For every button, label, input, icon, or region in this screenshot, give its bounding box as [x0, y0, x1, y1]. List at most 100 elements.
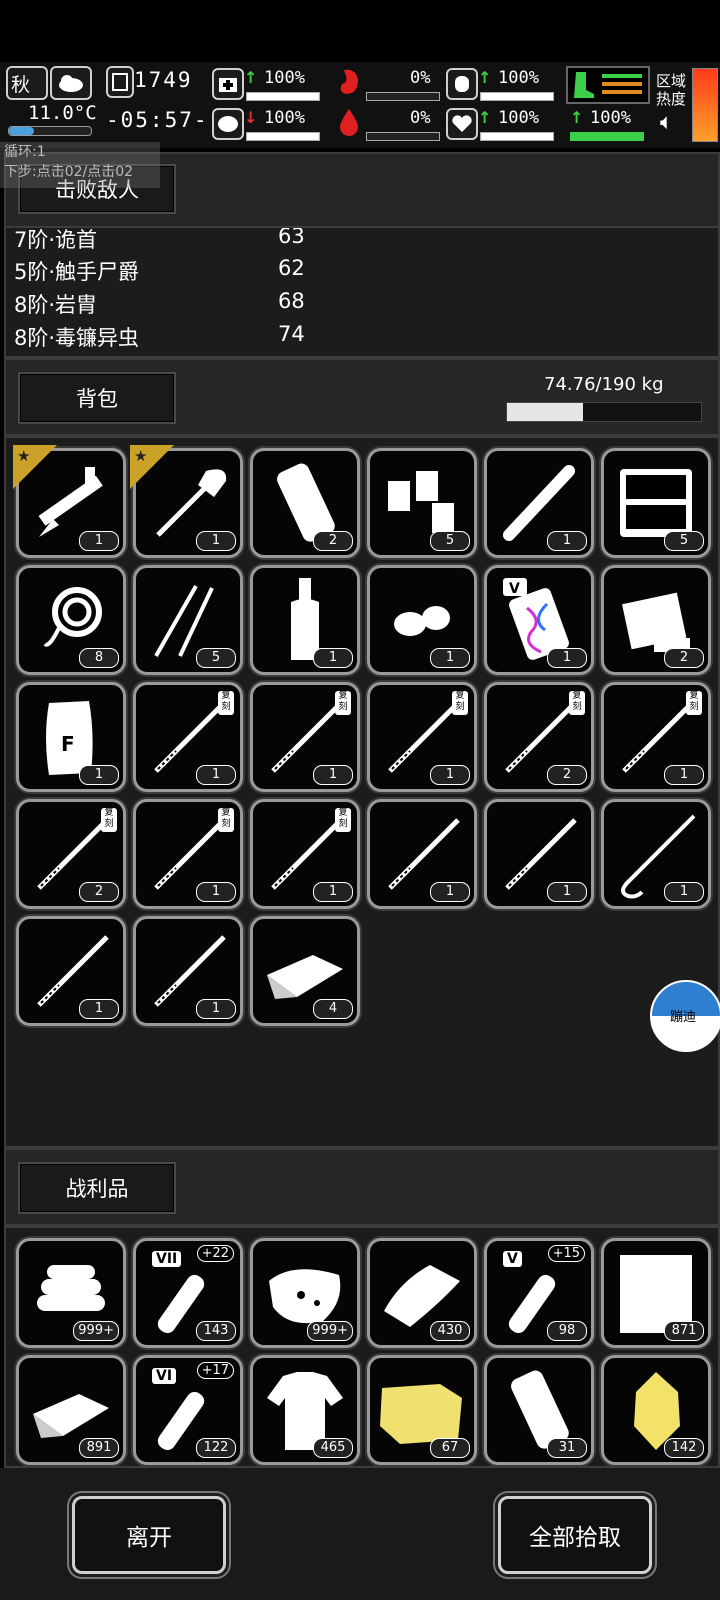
loot-slot[interactable]: 67	[367, 1355, 477, 1465]
item-count: 891	[79, 1438, 119, 1458]
floating-disco-button[interactable]: 蹦迪	[650, 980, 720, 1052]
stamina-panel	[566, 66, 650, 104]
up-arrow-icon: ↑	[244, 68, 258, 87]
loot-slot[interactable]: VII +22 143	[133, 1238, 243, 1348]
item-count: 1	[196, 999, 236, 1019]
debug-line-2: 下步:点击02/点击02	[4, 164, 134, 180]
item-count: 1	[79, 999, 119, 1019]
plus-badge: +17	[196, 1362, 234, 1379]
floating-button-label: 蹦迪	[670, 1010, 697, 1025]
debug-line-1: 循环:1	[4, 144, 46, 160]
mood-value: 100%	[498, 108, 539, 128]
mood-bar	[480, 132, 554, 141]
backpack-slot[interactable]: 1	[250, 565, 360, 675]
loot-title[interactable]: 战利品	[18, 1162, 176, 1214]
bleed-value: 0%	[410, 108, 431, 128]
backpack-slot[interactable]: 复刻 1	[250, 682, 360, 792]
backpack-slot[interactable]: 1	[601, 799, 711, 909]
backpack-slot[interactable]: 复刻 1	[250, 799, 360, 909]
armor-value: 100%	[498, 68, 539, 88]
loot-slot[interactable]: 465	[250, 1355, 360, 1465]
loot-slot[interactable]: 891	[16, 1355, 126, 1465]
replica-badge: 复刻	[335, 808, 351, 832]
leave-button[interactable]: 离开	[72, 1496, 226, 1574]
loot-slot[interactable]: VI +17 122	[133, 1355, 243, 1465]
backpack-slot[interactable]: 2	[601, 565, 711, 675]
season-label: 秋	[11, 74, 31, 96]
stamina-bar	[570, 132, 644, 141]
item-count: 98	[547, 1321, 587, 1341]
backpack-slot[interactable]: F1	[16, 682, 126, 792]
pickup-all-button[interactable]: 全部拾取	[498, 1496, 652, 1574]
backpack-slot[interactable]: 复刻 1	[133, 682, 243, 792]
item-count: 143	[196, 1321, 236, 1341]
hunger-bar	[366, 92, 440, 101]
loot-slot[interactable]: V +15 98	[484, 1238, 594, 1348]
backpack-slot[interactable]: 1	[133, 916, 243, 1026]
plus-badge: +22	[196, 1245, 234, 1262]
backpack-title[interactable]: 背包	[18, 372, 176, 424]
backpack-slot[interactable]: 5	[367, 448, 477, 558]
temperature-readout: 11.0°C	[28, 102, 97, 124]
item-count: 465	[313, 1438, 353, 1458]
item-count: 430	[430, 1321, 470, 1341]
loot-slot[interactable]: 871	[601, 1238, 711, 1348]
item-count: 142	[664, 1438, 704, 1458]
backpack-slot[interactable]: 复刻 2	[16, 799, 126, 909]
tier-badge: V	[503, 1251, 522, 1267]
bleed-bar	[366, 132, 440, 141]
item-count: 1	[79, 765, 119, 785]
item-count: 1	[430, 648, 470, 668]
backpack-slot[interactable]: 1	[484, 448, 594, 558]
tier-badge: VI	[152, 1368, 177, 1384]
item-count: 1	[664, 882, 704, 902]
day-counter: 1749	[134, 68, 193, 92]
loot-slot[interactable]: 999+	[16, 1238, 126, 1348]
item-count: 8	[79, 648, 119, 668]
backpack-slot[interactable]: 1	[484, 799, 594, 909]
stamina-value: 100%	[590, 108, 631, 128]
backpack-slot[interactable]: 8	[16, 565, 126, 675]
temperature-bar	[8, 126, 92, 136]
replica-badge: 复刻	[101, 808, 117, 832]
speaker-icon[interactable]: 🔈︎	[660, 110, 673, 135]
kill-count: 62	[278, 256, 305, 280]
backpack-slot[interactable]: 复刻 1	[601, 682, 711, 792]
item-count: 1	[547, 882, 587, 902]
backpack-slot[interactable]: 1	[367, 565, 477, 675]
item-count: 1	[313, 765, 353, 785]
kills-list[interactable]: 7阶·诡首 63 5阶·触手尸爵 62 8阶·岩胄 68 8阶·毒镰异虫 74	[4, 226, 720, 358]
backpack-slot[interactable]: 2	[250, 448, 360, 558]
loot-slot[interactable]: 430	[367, 1238, 477, 1348]
sanity-value: 100%	[264, 108, 305, 128]
backpack-slot[interactable]: ★ 1	[13, 445, 126, 558]
backpack-slot[interactable]: 复刻 1	[133, 799, 243, 909]
up-arrow-icon: ↑	[570, 108, 584, 127]
up-arrow-icon: ↑	[478, 108, 492, 127]
item-count: 1	[313, 882, 353, 902]
item-count: 5	[430, 531, 470, 551]
item-count: 2	[547, 765, 587, 785]
backpack-slot[interactable]: 复刻 2	[484, 682, 594, 792]
stomach-icon	[334, 66, 364, 98]
item-count: 1	[196, 765, 236, 785]
backpack-slot[interactable]: 5	[601, 448, 711, 558]
backpack-slot[interactable]: 复刻 1	[367, 682, 477, 792]
backpack-slot[interactable]: 1	[367, 799, 477, 909]
weight-bar	[506, 402, 702, 422]
health-value: 100%	[264, 68, 305, 88]
item-count: 31	[547, 1438, 587, 1458]
replica-badge: 复刻	[686, 691, 702, 715]
backpack-slot[interactable]: ★ 1	[130, 445, 243, 558]
season-badge: 秋	[6, 66, 48, 100]
item-count: 871	[664, 1321, 704, 1341]
backpack-slot[interactable]: 4	[250, 916, 360, 1026]
backpack-slot[interactable]: V1	[484, 565, 594, 675]
loot-slot[interactable]: 999+	[250, 1238, 360, 1348]
backpack-slot[interactable]: 5	[133, 565, 243, 675]
backpack-header: 背包 74.76/190 kg	[4, 358, 720, 436]
loot-slot[interactable]: 31	[484, 1355, 594, 1465]
backpack-slot[interactable]: 1	[16, 916, 126, 1026]
loot-slot[interactable]: 142	[601, 1355, 711, 1465]
blood-drop-icon	[334, 106, 364, 138]
